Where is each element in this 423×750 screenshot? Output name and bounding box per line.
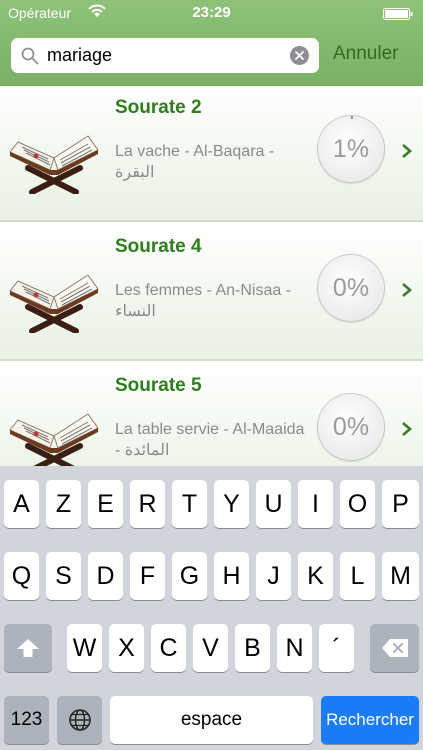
- key-o[interactable]: O: [340, 480, 375, 528]
- list-item-sourate-4[interactable]: Sourate 4 Les femmes - An-Nisaa - النساء…: [0, 225, 423, 361]
- key-u[interactable]: U: [256, 480, 291, 528]
- chevron-right-icon: [402, 283, 412, 297]
- progress-percent: 0%: [332, 274, 370, 302]
- result-subtitle: La table servie - Al-Maaida - المائدة: [115, 421, 305, 459]
- app-header: Opérateur 23:29 Annuler: [0, 0, 423, 86]
- quran-book-icon: [9, 413, 99, 466]
- list-item-sourate-5[interactable]: Sourate 5 La table servie - Al-Maaida - …: [0, 364, 423, 466]
- key-w[interactable]: W: [67, 624, 102, 672]
- key-l[interactable]: L: [340, 552, 375, 600]
- key-q[interactable]: Q: [4, 552, 39, 600]
- key-i[interactable]: I: [298, 480, 333, 528]
- result-subtitle: Les femmes - An-Nisaa - النساء: [115, 282, 292, 320]
- quran-book-icon: [9, 135, 99, 194]
- key-y[interactable]: Y: [214, 480, 249, 528]
- clear-search-icon[interactable]: [290, 46, 309, 65]
- key-e[interactable]: E: [88, 480, 123, 528]
- key-acute[interactable]: ´: [319, 624, 354, 672]
- chevron-right-icon: [402, 144, 412, 158]
- backspace-icon: [381, 639, 408, 657]
- key-k[interactable]: K: [298, 552, 333, 600]
- status-bar: Opérateur 23:29: [0, 0, 423, 28]
- space-key[interactable]: espace: [110, 696, 313, 744]
- result-title: Sourate 2: [115, 97, 202, 118]
- key-f[interactable]: F: [130, 552, 165, 600]
- key-z[interactable]: Z: [46, 480, 81, 528]
- key-s[interactable]: S: [46, 552, 81, 600]
- progress-percent: 1%: [332, 135, 370, 163]
- search-key[interactable]: Rechercher: [321, 696, 419, 744]
- key-j[interactable]: J: [256, 552, 291, 600]
- list-item-sourate-2[interactable]: Sourate 2 La vache - Al-Baqara - البقرة …: [0, 86, 423, 222]
- search-input[interactable]: [47, 38, 287, 73]
- search-icon: [21, 47, 39, 65]
- key-r[interactable]: R: [130, 480, 165, 528]
- shift-icon: [17, 639, 39, 657]
- key-d[interactable]: D: [88, 552, 123, 600]
- cancel-button[interactable]: Annuler: [333, 43, 399, 65]
- key-p[interactable]: P: [382, 480, 419, 528]
- result-subtitle: La vache - Al-Baqara - البقرة: [115, 143, 275, 181]
- battery-icon: [383, 8, 413, 20]
- key-t[interactable]: T: [172, 480, 207, 528]
- result-title: Sourate 5: [115, 375, 202, 396]
- quran-book-icon: [9, 274, 99, 333]
- numbers-key[interactable]: 123: [4, 696, 49, 744]
- result-title: Sourate 4: [115, 236, 202, 257]
- key-m[interactable]: M: [382, 552, 419, 600]
- chevron-right-icon: [402, 422, 412, 436]
- key-h[interactable]: H: [214, 552, 249, 600]
- key-c[interactable]: C: [151, 624, 186, 672]
- key-g[interactable]: G: [172, 552, 207, 600]
- globe-key[interactable]: [57, 696, 102, 744]
- key-x[interactable]: X: [109, 624, 144, 672]
- key-a[interactable]: A: [4, 480, 39, 528]
- key-b[interactable]: B: [235, 624, 270, 672]
- search-results-list[interactable]: Sourate 2 La vache - Al-Baqara - البقرة …: [0, 86, 423, 466]
- key-n[interactable]: N: [277, 624, 312, 672]
- keyboard: A Z E R T Y U I O P Q S D F G H J K L M …: [0, 466, 423, 750]
- shift-key[interactable]: [4, 624, 52, 672]
- backspace-key[interactable]: [370, 624, 419, 672]
- globe-icon: [68, 709, 91, 731]
- progress-percent: 0%: [332, 413, 370, 441]
- clock: 23:29: [192, 4, 231, 21]
- search-bar[interactable]: [11, 38, 319, 73]
- key-v[interactable]: V: [193, 624, 228, 672]
